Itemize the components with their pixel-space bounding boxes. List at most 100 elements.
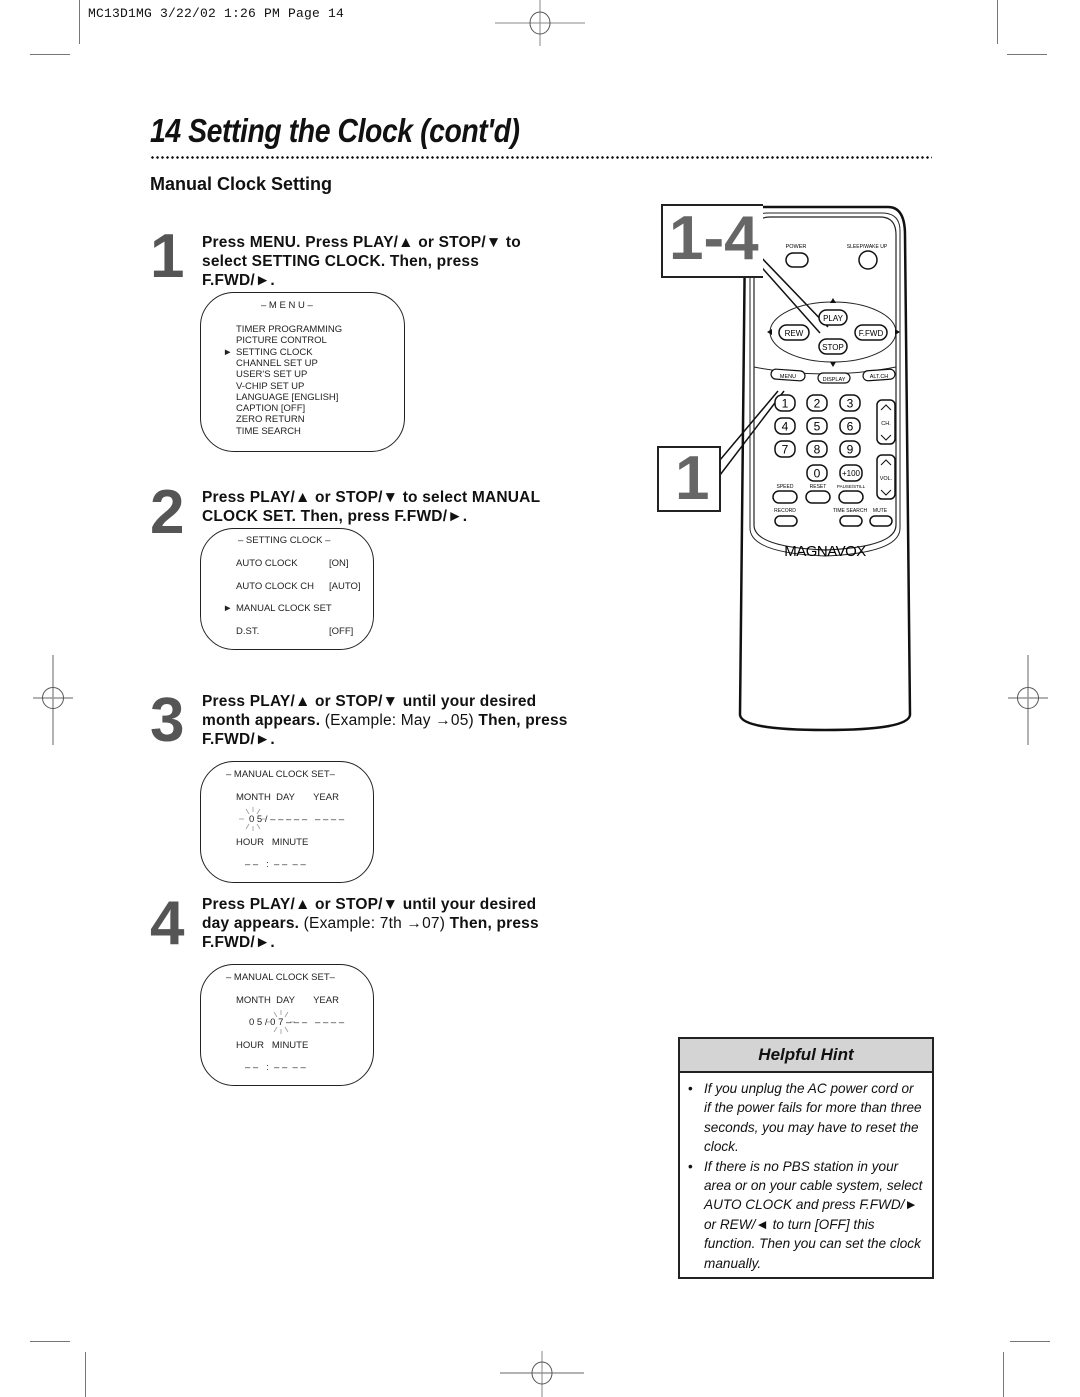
callout-label: 1-4 (669, 204, 759, 273)
digit-label: 0 (814, 467, 821, 481)
step-number: 3 (150, 686, 185, 755)
crop-mark (1010, 1341, 1050, 1342)
digit-label: 5 (814, 420, 821, 434)
year-placeholder: – – – – – – – (283, 814, 345, 825)
step-text-bold: Then, press (478, 712, 568, 729)
time-value: – – : – – – – (245, 1062, 306, 1073)
step-text-line: CLOCK SET. Then, press F.FWD/►. (202, 508, 468, 525)
month-value: 0 5 (249, 1017, 263, 1028)
sleep-label: SLEEP/WAKE UP (847, 244, 888, 250)
hint-item: If there is no PBS station in your area … (688, 1157, 924, 1273)
step-number: 4 (150, 889, 185, 958)
screen-title: – MANUAL CLOCK SET– (226, 972, 335, 983)
step-number: 2 (150, 478, 185, 547)
manual-clock-screen-day: – MANUAL CLOCK SET– MONTH DAY YEAR 0 5 /… (200, 964, 374, 1086)
digit-label: 2 (814, 397, 821, 411)
step-text-line: F.FWD/►. (202, 934, 275, 951)
example-text: (Example: 7th →07) (299, 915, 450, 932)
section-subtitle: Manual Clock Setting (150, 174, 333, 194)
menu-label: MENU (780, 374, 796, 380)
step-text-line: F.FWD/►. (202, 731, 275, 748)
setting-label: MANUAL CLOCK SET (236, 603, 332, 615)
hint-list: If you unplug the AC power cord or if th… (680, 1073, 932, 1273)
crop-mark (79, 0, 80, 44)
digit-label: 6 (847, 420, 854, 434)
dotted-divider (150, 155, 932, 160)
time-value: – – : – – – – (245, 859, 306, 870)
digit-label: 9 (847, 443, 854, 457)
date-value: 0 5 / 0 7 – – – – – – – (249, 1017, 344, 1028)
power-button (785, 252, 809, 268)
setting-value: [AUTO] (329, 580, 361, 592)
digit-label: 7 (782, 443, 789, 457)
day-value: – – (270, 814, 284, 825)
blink-indicator-icon (239, 807, 267, 831)
registration-mark-icon (33, 655, 73, 745)
crop-mark (997, 0, 998, 44)
crop-mark (1007, 54, 1047, 55)
display-label: DISPLAY (823, 377, 846, 383)
play-label: PLAY (823, 314, 844, 323)
menu-item: ZERO RETURN (236, 414, 305, 426)
setting-label: D.ST. (236, 626, 260, 638)
callout-box-1: 1 (657, 446, 721, 512)
stop-label: STOP (822, 343, 844, 352)
screen-title: – SETTING CLOCK – (238, 535, 331, 546)
step-text-bold: Then, press (449, 915, 539, 932)
step-text-bold: day appears. (202, 915, 300, 932)
altch-label: ALT.CH (870, 374, 889, 380)
mute-button (869, 515, 893, 527)
time-search-button (839, 515, 863, 527)
setting-label: AUTO CLOCK (236, 558, 298, 569)
speed-label: SPEED (777, 484, 794, 490)
hint-item: If you unplug the AC power cord or if th… (688, 1079, 924, 1157)
pause-still-button (838, 490, 864, 504)
step-3-instructions: Press PLAY/▲ or STOP/▼ until your desire… (202, 692, 568, 749)
menu-screen: – M E N U – TIMER PROGRAMMING PICTURE CON… (200, 292, 405, 452)
step-text-line: Press MENU. Press PLAY/▲ or STOP/▼ to (202, 234, 521, 251)
crop-mark (1003, 1352, 1004, 1397)
crop-mark (30, 1341, 70, 1342)
step-1-instructions: Press MENU. Press PLAY/▲ or STOP/▼ to se… (202, 233, 521, 290)
menu-item: USER'S SET UP (236, 369, 308, 381)
screen-title: – M E N U – (261, 300, 313, 311)
digit-label: 3 (847, 397, 854, 411)
crop-mark (30, 54, 70, 55)
rew-label: REW (785, 329, 804, 338)
step-4-instructions: Press PLAY/▲ or STOP/▼ until your desire… (202, 895, 539, 952)
time-search-label: TIME SEARCH (833, 508, 868, 514)
reset-label: RESET (810, 484, 827, 490)
record-label: RECORD (774, 508, 796, 514)
crop-mark (85, 1352, 86, 1397)
setting-value: [OFF] (329, 626, 354, 638)
menu-item: TIMER PROGRAMMING (236, 324, 343, 335)
step-text-line: F.FWD/►. (202, 272, 275, 289)
step-text-line: Press PLAY/▲ or STOP/▼ until your desire… (202, 693, 537, 710)
menu-item: TIME SEARCH (236, 425, 301, 437)
example-text: (Example: May →05) (320, 712, 479, 729)
menu-item: V-CHIP SET UP (236, 380, 305, 392)
date-header: MONTH DAY YEAR (236, 792, 339, 803)
date-header: MONTH DAY YEAR (236, 995, 339, 1006)
callout-label: 1 (675, 444, 710, 513)
menu-item: PICTURE CONTROL (236, 335, 327, 347)
step-text-bold: month appears. (202, 712, 321, 729)
power-label: POWER (786, 244, 807, 250)
registration-mark-icon (500, 1351, 584, 1397)
digit-label: 8 (814, 443, 821, 457)
hint-title: Helpful Hint (680, 1039, 932, 1073)
step-text-line: select SETTING CLOCK. Then, press (202, 253, 480, 270)
vol-label: VOL. (880, 476, 893, 482)
sleep-button (858, 250, 878, 270)
cursor-arrow-icon: ► (223, 603, 233, 615)
screen-title: – MANUAL CLOCK SET– (226, 769, 335, 780)
reset-button (805, 490, 831, 504)
setting-value: [ON] (329, 558, 349, 569)
step-text-line: day appears. (Example: 7th →07) Then, pr… (202, 914, 539, 933)
manual-clock-screen-month: – MANUAL CLOCK SET– MONTH DAY YEAR 0 5 /… (200, 761, 374, 883)
step-text-line: month appears. (Example: May →05) Then, … (202, 711, 568, 730)
step-text-line: Press PLAY/▲ or STOP/▼ to select MANUAL (202, 489, 541, 506)
brand-logo: MAGNAVOX (784, 543, 866, 560)
record-button (774, 515, 798, 527)
step-text-line: Press PLAY/▲ or STOP/▼ until your desire… (202, 896, 537, 913)
